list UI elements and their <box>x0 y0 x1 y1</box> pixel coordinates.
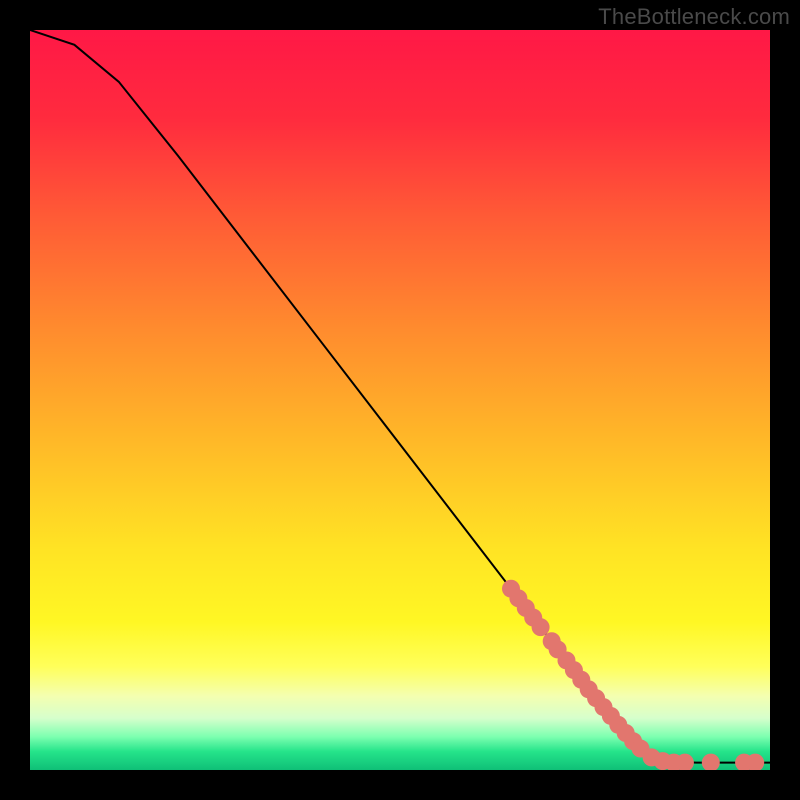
watermark-text: TheBottleneck.com <box>598 4 790 30</box>
data-marker <box>532 618 550 636</box>
data-marker <box>702 754 720 770</box>
chart-markers <box>502 580 764 770</box>
chart-overlay <box>30 30 770 770</box>
chart-curve <box>30 30 770 763</box>
plot-area <box>30 30 770 770</box>
